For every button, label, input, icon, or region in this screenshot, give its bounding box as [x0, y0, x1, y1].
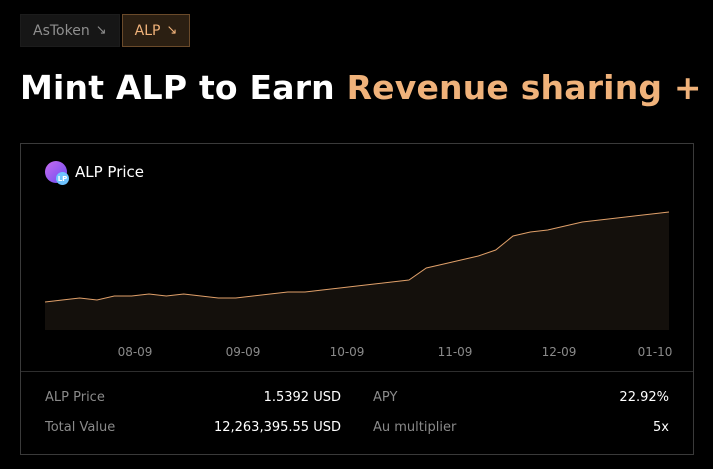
arrow-down-right-icon: ↘ — [166, 23, 178, 38]
x-tick-label: 11-09 — [438, 345, 473, 359]
au-multiplier-label: Au multiplier — [373, 420, 457, 435]
arrow-down-right-icon: ↘ — [95, 23, 107, 38]
x-tick-label: 08-09 — [118, 345, 153, 359]
total-value-value: 12,263,395.55 USD — [213, 420, 341, 435]
apy-value: 22.92% — [619, 390, 669, 405]
x-tick-label: 09-09 — [226, 345, 261, 359]
tab-astoken-label: AsToken — [33, 22, 90, 39]
tab-alp-label: ALP — [134, 22, 161, 39]
headline-main: Mint ALP to Earn — [20, 68, 347, 107]
apy-label: APY — [373, 390, 398, 405]
x-tick-label: 10-09 — [330, 345, 365, 359]
token-tabs: AsToken ↘ ALP ↘ — [20, 14, 191, 47]
au-multiplier-value: 5x — [653, 420, 669, 435]
total-value-label: Total Value — [45, 420, 116, 435]
alp-price-value: 1.5392 USD — [263, 390, 341, 405]
tab-astoken[interactable]: AsToken ↘ — [20, 14, 120, 47]
headline-accent: Revenue sharing + A — [346, 68, 713, 107]
page-headline: Mint ALP to Earn Revenue sharing + A — [20, 68, 713, 107]
alp-price-card: LP ALP Price 08-09 09-09 10-09 11-09 12-09 01… — [20, 143, 694, 455]
x-tick-label: 01-10 — [638, 345, 673, 359]
stats-panel: ALP Price 1.5392 USD APY 22.92% Total Va… — [21, 371, 693, 456]
series-area — [45, 212, 669, 330]
tab-alp[interactable]: ALP ↘ — [121, 14, 191, 47]
price-chart: 08-09 09-09 10-09 11-09 12-09 01-10 — [44, 211, 673, 359]
alp-price-label: ALP Price — [45, 390, 105, 405]
x-tick-label: 12-09 — [542, 345, 577, 359]
